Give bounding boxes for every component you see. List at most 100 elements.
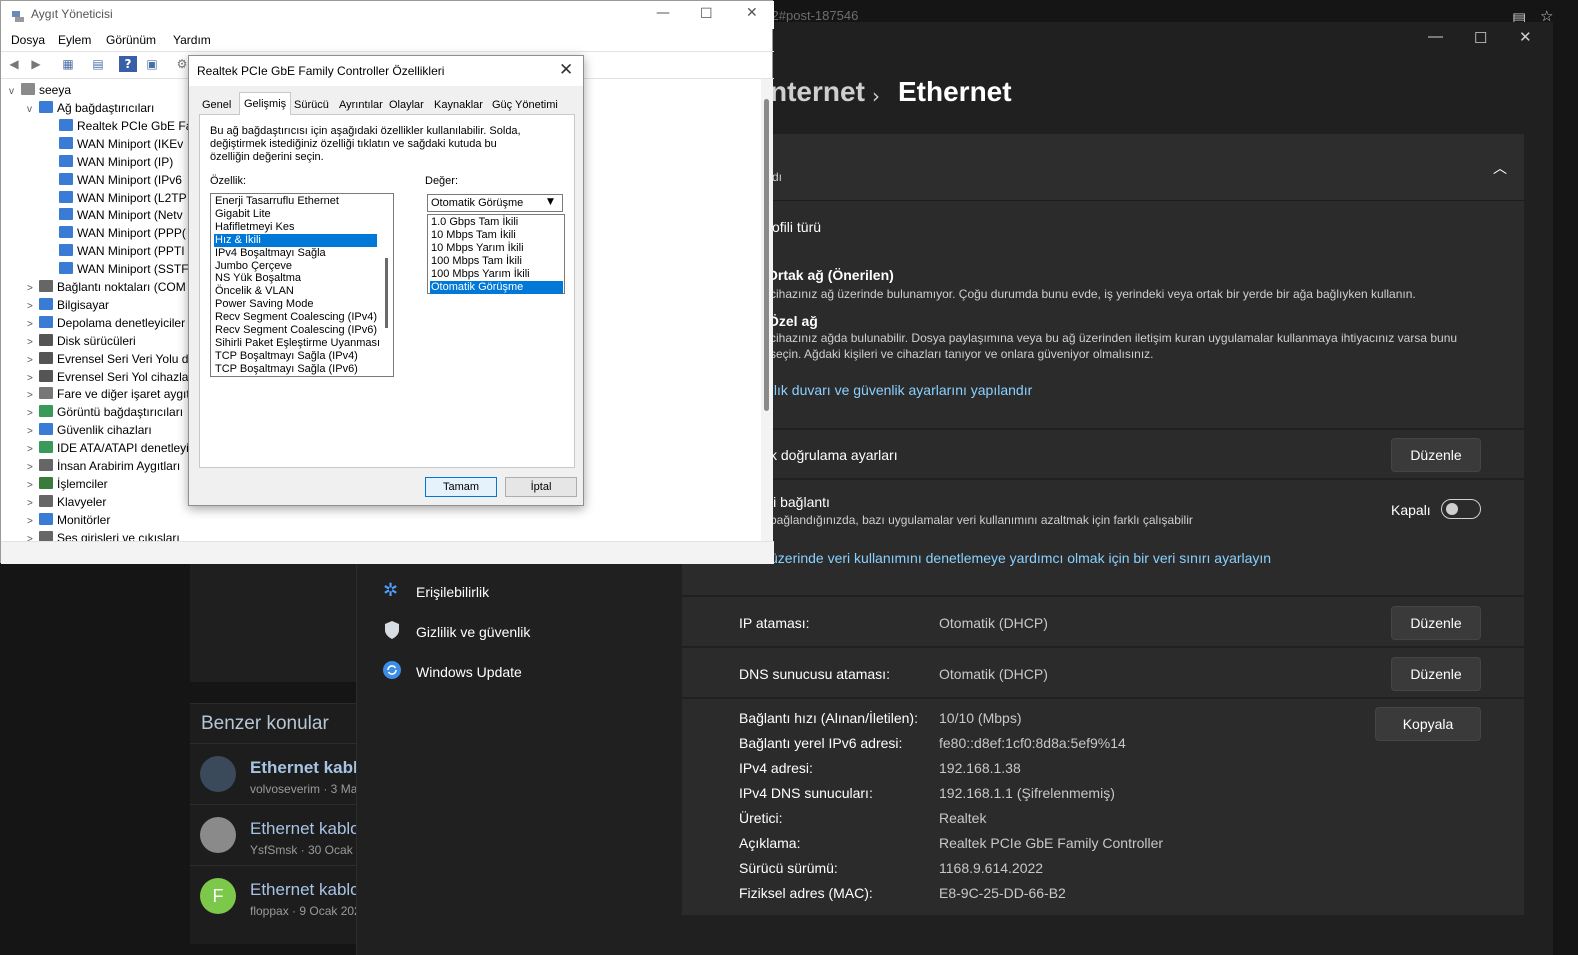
tree-item[interactable]: > Bilgisayar (27, 296, 109, 314)
list-view-icon[interactable]: ▤ (89, 56, 107, 72)
auth-edit-button[interactable]: Düzenle (1391, 438, 1481, 472)
value-option[interactable]: 10 Mbps Tam İkili (430, 229, 563, 242)
tree-item[interactable]: > İnsan Arabirim Aygıtları (27, 457, 180, 475)
tab-events[interactable]: Olaylar (385, 96, 428, 114)
tree-item[interactable]: > Fare ve diğer işaret aygıt (27, 385, 190, 403)
tree-item[interactable]: WAN Miniport (IP) (47, 153, 173, 171)
dialog-titlebar[interactable]: Realtek PCIe GbE Family Controller Özell… (189, 56, 583, 86)
nav-windows-update[interactable]: Windows Update (416, 664, 522, 680)
tree-item[interactable]: Realtek PCIe GbE Far (47, 117, 196, 135)
menu-help[interactable]: Yardım (173, 33, 211, 47)
public-network-option[interactable]: Ortak ağ (Önerilen) (767, 267, 894, 283)
minimize-button[interactable]: — (656, 5, 670, 21)
settings-maximize-button[interactable]: ☐ (1474, 29, 1487, 47)
tree-item[interactable]: WAN Miniport (Netv (47, 206, 183, 224)
maximize-button[interactable]: ☐ (700, 6, 713, 22)
property-item[interactable]: IPv4 Boşaltmayı Sağla (214, 247, 377, 260)
tree-item[interactable]: > Bağlantı noktaları (COM (27, 278, 186, 296)
thread-title[interactable]: Ethernet kablo (250, 880, 360, 900)
properties-icon[interactable]: ▦ (59, 56, 77, 72)
property-item[interactable]: Enerji Tasarruflu Ethernet (214, 195, 377, 208)
metered-toggle[interactable] (1441, 499, 1481, 519)
property-item[interactable]: TCP Boşaltmayı Sağla (IPv6) (214, 363, 377, 376)
property-item[interactable]: Gigabit Lite (214, 208, 377, 221)
menu-view[interactable]: Görünüm (106, 33, 156, 47)
settings-minimize-button[interactable]: — (1428, 28, 1443, 45)
copy-button[interactable]: Kopyala (1375, 707, 1481, 741)
tree-item[interactable]: WAN Miniport (IKEv (47, 135, 183, 153)
tree-item[interactable]: > İşlemciler (27, 475, 108, 493)
close-button[interactable]: ✕ (746, 5, 758, 21)
monitor-icon[interactable]: ▣ (143, 56, 161, 72)
tree-item[interactable]: > Güvenlik cihazları (27, 421, 152, 439)
dropdown-arrow-icon[interactable]: ▼ (547, 197, 554, 207)
property-list[interactable]: Enerji Tasarruflu Ethernet Gigabit Lite Ha… (210, 193, 394, 377)
tree-item[interactable]: > Görüntü bağdaştırıcıları (27, 403, 183, 421)
breadcrumb-parent[interactable]: nternet (770, 76, 865, 108)
value-list[interactable]: 1.0 Gbps Tam İkili 10 Mbps Tam İkili 10 Mb… (427, 214, 565, 294)
thread-item[interactable]: Ethernet kablo YsfSmsk · 30 Ocak 20 (190, 804, 369, 865)
data-limit-link[interactable]: üzerinde veri kullanımını denetlemeye ya… (770, 550, 1271, 566)
forward-arrow-icon[interactable]: ▶ (27, 56, 45, 72)
thread-title[interactable]: Ethernet kabl (250, 758, 358, 778)
menu-action[interactable]: Eylem (58, 33, 91, 47)
value-option[interactable]: 1.0 Gbps Tam İkili (430, 216, 563, 229)
property-item[interactable]: Recv Segment Coalescing (IPv6) (214, 324, 377, 337)
horizontal-scrollbar[interactable] (1, 541, 774, 564)
tree-item[interactable]: > IDE ATA/ATAPI denetleyi (27, 439, 189, 457)
expander-icon[interactable]: v (9, 83, 21, 101)
tree-item[interactable]: > Evrensel Seri Yol cihazlar (27, 368, 192, 386)
chevron-up-icon[interactable]: ︿ (1493, 158, 1507, 178)
tree-item[interactable]: v Ağ bağdaştırıcıları (27, 99, 154, 117)
network-profile-header[interactable] (682, 134, 1524, 200)
tab-advanced[interactable]: Gelişmiş (239, 92, 292, 115)
private-network-option[interactable]: Özel ağ (768, 313, 818, 329)
value-option[interactable]: 100 Mbps Tam İkili (430, 255, 563, 268)
value-option[interactable]: 10 Mbps Yarım İkili (430, 242, 563, 255)
tab-driver[interactable]: Sürücü (290, 96, 333, 114)
tree-item[interactable]: > Disk sürücüleri (27, 332, 136, 350)
tree-item[interactable]: > Monitörler (27, 511, 110, 529)
nav-accessibility[interactable]: Erişilebilirlik (416, 584, 489, 600)
thread-title[interactable]: Ethernet kablo (250, 819, 360, 839)
value-option[interactable]: Otomatik Görüşme (430, 280, 563, 294)
device-manager-titlebar[interactable]: Aygıt Yöneticisi — ☐ ✕ (1, 1, 774, 29)
tree-item[interactable]: WAN Miniport (PPP( (47, 224, 186, 242)
value-option[interactable]: 100 Mbps Yarım İkili (430, 268, 563, 281)
property-item[interactable]: NS Yük Boşaltma (214, 272, 377, 285)
tab-power-management[interactable]: Güç Yönetimi (488, 96, 562, 114)
nav-privacy-security[interactable]: Gizlilik ve güvenlik (416, 624, 530, 640)
tab-details[interactable]: Ayrıntılar (335, 96, 387, 114)
help-icon[interactable]: ? (119, 56, 137, 72)
tab-resources[interactable]: Kaynaklar (430, 96, 487, 114)
ok-button[interactable]: Tamam (425, 477, 497, 497)
property-item[interactable]: Hafifletmeyi Kes (214, 221, 377, 234)
property-item[interactable]: Hız & İkili (214, 233, 377, 247)
chevron-down-icon[interactable]: v (27, 101, 39, 119)
tree-item[interactable]: WAN Miniport (L2TP (47, 189, 187, 207)
tree-item[interactable]: > Depolama denetleyiciler (27, 314, 185, 332)
dialog-close-icon[interactable]: ✕ (559, 60, 573, 80)
settings-close-button[interactable]: ✕ (1519, 28, 1532, 46)
tree-root[interactable]: v seeya (9, 81, 71, 99)
thread-item[interactable]: F Ethernet kablo floppax · 9 Ocak 202 (190, 865, 361, 926)
property-item[interactable]: Power Saving Mode (214, 298, 377, 311)
property-list-scroll-thumb[interactable] (385, 258, 388, 328)
tree-item[interactable]: WAN Miniport (IPv6 (47, 171, 182, 189)
property-item[interactable]: Öncelik & VLAN (214, 285, 377, 298)
property-item[interactable]: Sihirli Paket Eşleştirme Uyanması (214, 337, 380, 350)
ip-edit-button[interactable]: Düzenle (1391, 606, 1481, 640)
property-item[interactable]: Jumbo Çerçeve (214, 260, 377, 273)
tab-general[interactable]: Genel (198, 96, 235, 114)
menu-file[interactable]: Dosya (11, 33, 45, 47)
cancel-button[interactable]: İptal (505, 477, 577, 497)
tree-item[interactable]: > Evrensel Seri Veri Yolu de (27, 350, 195, 368)
firewall-settings-link[interactable]: ılık duvarı ve güvenlik ayarlarını yapıl… (770, 382, 1032, 398)
tree-item[interactable]: WAN Miniport (PPTI (47, 242, 185, 260)
dns-edit-button[interactable]: Düzenle (1391, 657, 1481, 691)
tree-item[interactable]: > Klavyeler (27, 493, 106, 511)
tree-item[interactable]: WAN Miniport (SSTF (47, 260, 189, 278)
value-dropdown[interactable]: Otomatik Görüşme (427, 194, 563, 212)
thread-item[interactable]: Ethernet kabl volvoseverim · 3 Ma (190, 743, 360, 804)
back-arrow-icon[interactable]: ◀ (5, 56, 23, 72)
